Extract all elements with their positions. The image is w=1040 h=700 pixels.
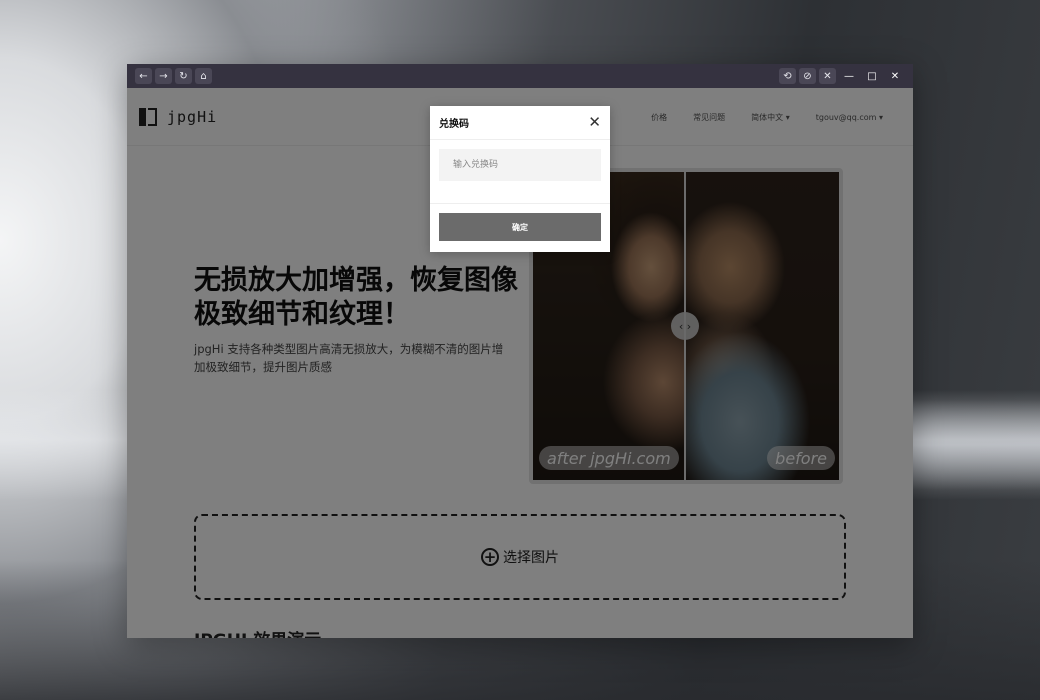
browser-nav: ← → ↻ ⌂ bbox=[135, 68, 212, 84]
toolbar-tool-1-icon[interactable]: ⟲ bbox=[779, 68, 796, 84]
dialog-footer: 确定 bbox=[430, 204, 610, 250]
dialog-header: 兑换码 ✕ bbox=[430, 106, 610, 140]
close-window-button[interactable]: ✕ bbox=[885, 68, 905, 84]
background-glow-right bbox=[912, 400, 1040, 490]
window-controls: ⟲ ⊘ ✕ — □ ✕ bbox=[779, 68, 905, 84]
dialog-body bbox=[430, 140, 610, 204]
toolbar-tool-2-icon[interactable]: ⊘ bbox=[799, 68, 816, 84]
redeem-code-input[interactable] bbox=[439, 149, 601, 181]
confirm-button[interactable]: 确定 bbox=[439, 213, 601, 241]
minimize-button[interactable]: — bbox=[839, 68, 859, 84]
back-button[interactable]: ← bbox=[135, 68, 152, 84]
toolbar-tool-3-icon[interactable]: ✕ bbox=[819, 68, 836, 84]
reload-button[interactable]: ↻ bbox=[175, 68, 192, 84]
maximize-button[interactable]: □ bbox=[862, 68, 882, 84]
page-viewport: jpgHi 价格 常见问题 简体中文 ▾ tgouv@qq.com ▾ 无损放大… bbox=[127, 88, 913, 638]
close-icon[interactable]: ✕ bbox=[588, 115, 601, 130]
forward-button[interactable]: → bbox=[155, 68, 172, 84]
dialog-title: 兑换码 bbox=[439, 119, 469, 130]
redeem-code-dialog: 兑换码 ✕ 确定 bbox=[430, 106, 610, 252]
title-bar: ← → ↻ ⌂ ⟲ ⊘ ✕ — □ ✕ bbox=[127, 64, 913, 88]
browser-window: ← → ↻ ⌂ ⟲ ⊘ ✕ — □ ✕ jpgHi 价格 常见问题 简体中文 ▾… bbox=[127, 64, 913, 638]
home-button[interactable]: ⌂ bbox=[195, 68, 212, 84]
